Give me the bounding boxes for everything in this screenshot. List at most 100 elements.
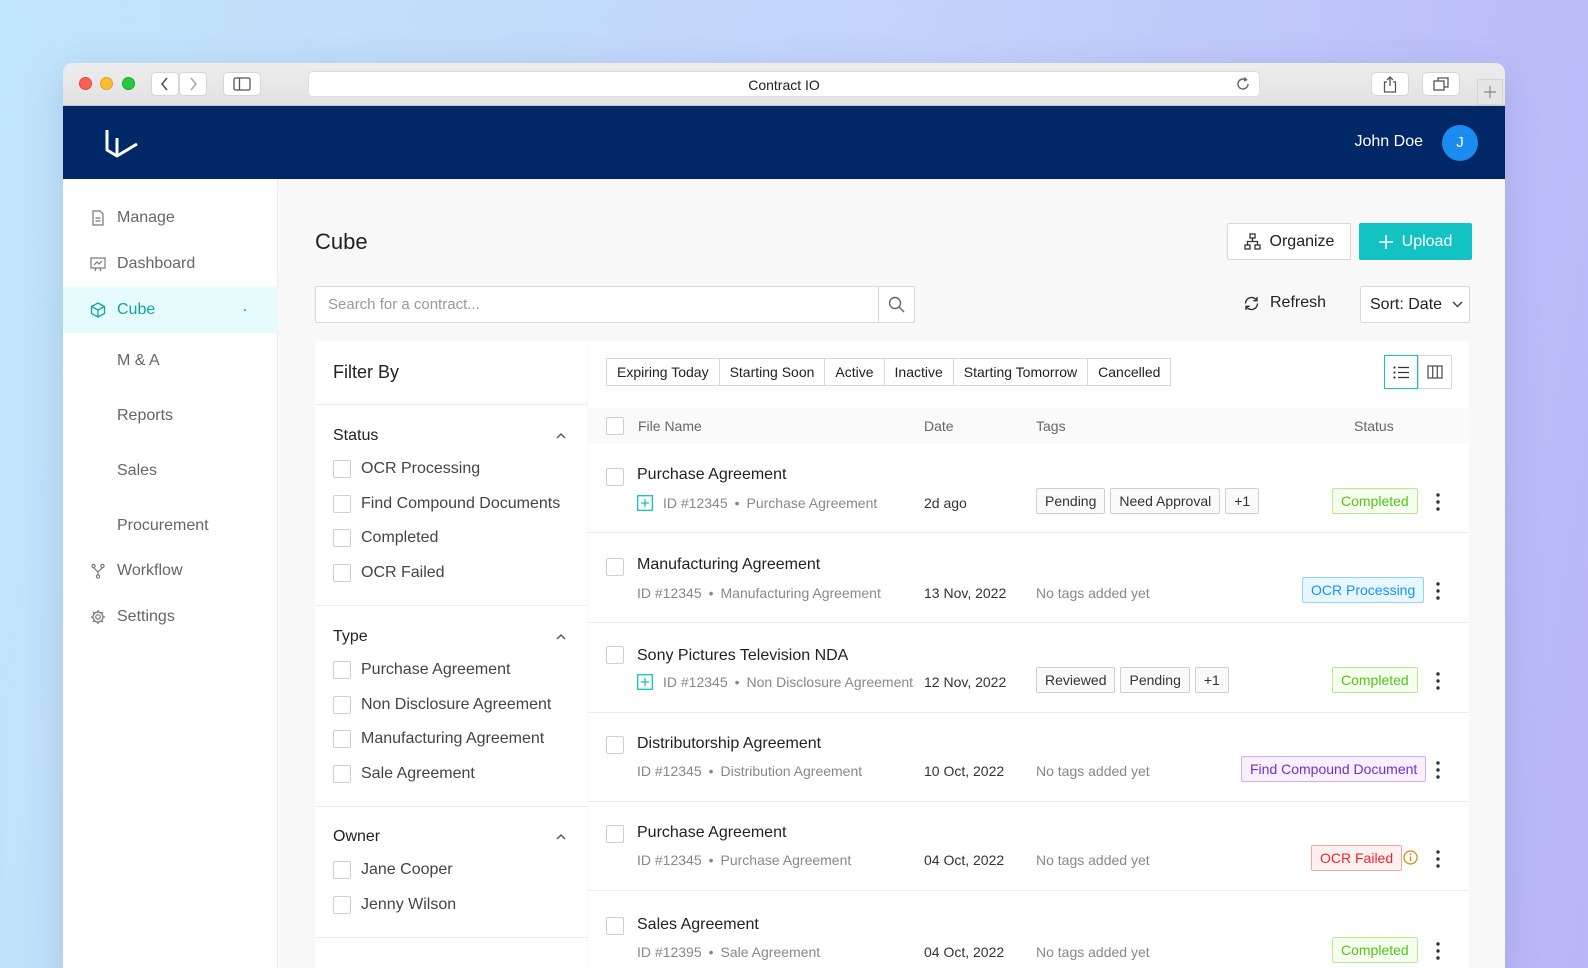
chevron-up-icon[interactable] [556, 633, 566, 640]
sidebar-item-manage[interactable]: Manage [63, 195, 278, 241]
reload-icon[interactable] [1235, 76, 1251, 92]
back-button[interactable] [151, 72, 179, 96]
checkbox[interactable] [333, 861, 351, 879]
app-logo[interactable] [103, 128, 139, 158]
checkbox[interactable] [333, 564, 351, 582]
row-checkbox[interactable] [606, 468, 624, 486]
filter-option[interactable]: Completed [333, 529, 438, 547]
filter-option[interactable]: Sale Agreement [333, 765, 475, 783]
chevron-up-icon[interactable] [556, 432, 566, 439]
row-checkbox[interactable] [606, 558, 624, 576]
user-avatar[interactable]: J [1442, 125, 1478, 161]
column-view-button[interactable] [1418, 355, 1452, 389]
checkbox[interactable] [333, 896, 351, 914]
maximize-window-button[interactable] [122, 77, 135, 90]
file-date: 10 Oct, 2022 [924, 763, 1005, 779]
organize-button[interactable]: Organize [1227, 223, 1351, 260]
filter-option[interactable]: Manufacturing Agreement [333, 730, 544, 748]
share-button[interactable] [1371, 72, 1409, 96]
more-tags-badge[interactable]: +1 [1194, 667, 1229, 693]
checkbox[interactable] [333, 460, 351, 478]
row-checkbox[interactable] [606, 736, 624, 754]
hierarchy-icon [1243, 233, 1261, 250]
forward-button[interactable] [179, 72, 207, 96]
more-options-icon[interactable] [1435, 760, 1441, 780]
checkbox[interactable] [333, 696, 351, 714]
sort-select[interactable]: Sort: Date [1360, 286, 1470, 323]
sidebar-item-settings[interactable]: Settings [63, 594, 278, 640]
filter-option[interactable]: Jane Cooper [333, 861, 453, 879]
more-options-icon[interactable] [1435, 492, 1441, 512]
filter-option[interactable]: Jenny Wilson [333, 896, 456, 914]
file-name[interactable]: Manufacturing Agreement [637, 556, 820, 574]
table-row[interactable]: Purchase Agreement ID #12345 • Purchase … [588, 444, 1469, 533]
search-input[interactable] [316, 287, 878, 322]
row-checkbox[interactable] [606, 825, 624, 843]
quick-filter-expiring-today[interactable]: Expiring Today [607, 359, 719, 385]
filter-option[interactable]: OCR Failed [333, 564, 445, 582]
user-name[interactable]: John Doe [1355, 133, 1424, 151]
quick-filter-starting-soon[interactable]: Starting Soon [718, 359, 825, 385]
list-view-button[interactable] [1384, 355, 1418, 389]
quick-filter-cancelled[interactable]: Cancelled [1087, 359, 1170, 385]
chevron-up-icon[interactable] [556, 833, 566, 840]
more-options-icon[interactable] [1435, 671, 1441, 691]
checkbox[interactable] [333, 765, 351, 783]
refresh-button[interactable]: Refresh [1243, 294, 1326, 312]
file-name[interactable]: Purchase Agreement [637, 466, 786, 484]
sidebar-item-workflow[interactable]: Workflow [63, 548, 278, 594]
tag[interactable]: Need Approval [1110, 488, 1221, 514]
file-meta: ID #12345 • Purchase Agreement [637, 852, 851, 868]
filter-option[interactable]: Non Disclosure Agreement [333, 696, 551, 714]
column-header-status[interactable]: Status [1354, 418, 1394, 434]
tabs-overview-button[interactable] [1422, 72, 1460, 96]
address-bar[interactable]: Contract IO [308, 71, 1260, 97]
sidebar-item-m-and-a[interactable]: M & A [63, 338, 278, 384]
more-options-icon[interactable] [1435, 581, 1441, 601]
sidebar-item-dashboard[interactable]: Dashboard [63, 241, 278, 287]
column-header-file-name[interactable]: File Name [638, 418, 702, 434]
table-row[interactable]: Sony Pictures Television NDA ID #12345 •… [588, 624, 1469, 713]
more-options-icon[interactable] [1435, 849, 1441, 869]
search-button[interactable] [878, 287, 914, 322]
file-name[interactable]: Distributorship Agreement [637, 735, 821, 753]
sidebar-toggle-button[interactable] [223, 72, 261, 96]
checkbox[interactable] [333, 661, 351, 679]
sidebar-item-sales[interactable]: Sales [63, 448, 278, 494]
file-name[interactable]: Sony Pictures Television NDA [637, 647, 848, 665]
checkbox[interactable] [333, 730, 351, 748]
column-header-date[interactable]: Date [924, 418, 954, 434]
sidebar-item-procurement[interactable]: Procurement [63, 503, 278, 549]
tag[interactable]: Pending [1036, 488, 1106, 514]
info-icon[interactable] [1403, 850, 1418, 865]
table-row[interactable]: Sales Agreement ID #12395 • Sale Agreeme… [588, 892, 1469, 968]
quick-filter-starting-tomorrow[interactable]: Starting Tomorrow [952, 359, 1087, 385]
quick-filter-inactive[interactable]: Inactive [883, 359, 953, 385]
sidebar-item-cube[interactable]: Cube [63, 287, 278, 333]
table-row[interactable]: Distributorship Agreement ID #12345 • Di… [588, 713, 1469, 802]
compound-document-icon[interactable] [637, 495, 653, 511]
upload-button[interactable]: Upload [1359, 223, 1472, 260]
more-tags-badge[interactable]: +1 [1225, 488, 1260, 514]
more-options-icon[interactable] [1435, 941, 1441, 961]
table-row[interactable]: Manufacturing Agreement ID #12345 • Manu… [588, 534, 1469, 623]
file-name[interactable]: Sales Agreement [637, 916, 759, 934]
file-name[interactable]: Purchase Agreement [637, 824, 786, 842]
row-checkbox[interactable] [606, 646, 624, 664]
checkbox[interactable] [333, 529, 351, 547]
table-row[interactable]: Purchase Agreement ID #12345 • Purchase … [588, 802, 1469, 891]
minimize-window-button[interactable] [100, 77, 113, 90]
checkbox[interactable] [333, 495, 351, 513]
filter-option[interactable]: OCR Processing [333, 460, 480, 478]
row-checkbox[interactable] [606, 917, 624, 935]
filter-option[interactable]: Purchase Agreement [333, 661, 510, 679]
filter-option[interactable]: Find Compound Documents [333, 495, 560, 513]
tag[interactable]: Reviewed [1036, 667, 1116, 693]
select-all-checkbox[interactable] [606, 417, 624, 435]
compound-document-icon[interactable] [637, 674, 653, 690]
sidebar-item-reports[interactable]: Reports [63, 393, 278, 439]
close-window-button[interactable] [79, 77, 92, 90]
quick-filter-active[interactable]: Active [824, 359, 883, 385]
new-tab-button[interactable] [1477, 79, 1503, 105]
tag[interactable]: Pending [1120, 667, 1190, 693]
